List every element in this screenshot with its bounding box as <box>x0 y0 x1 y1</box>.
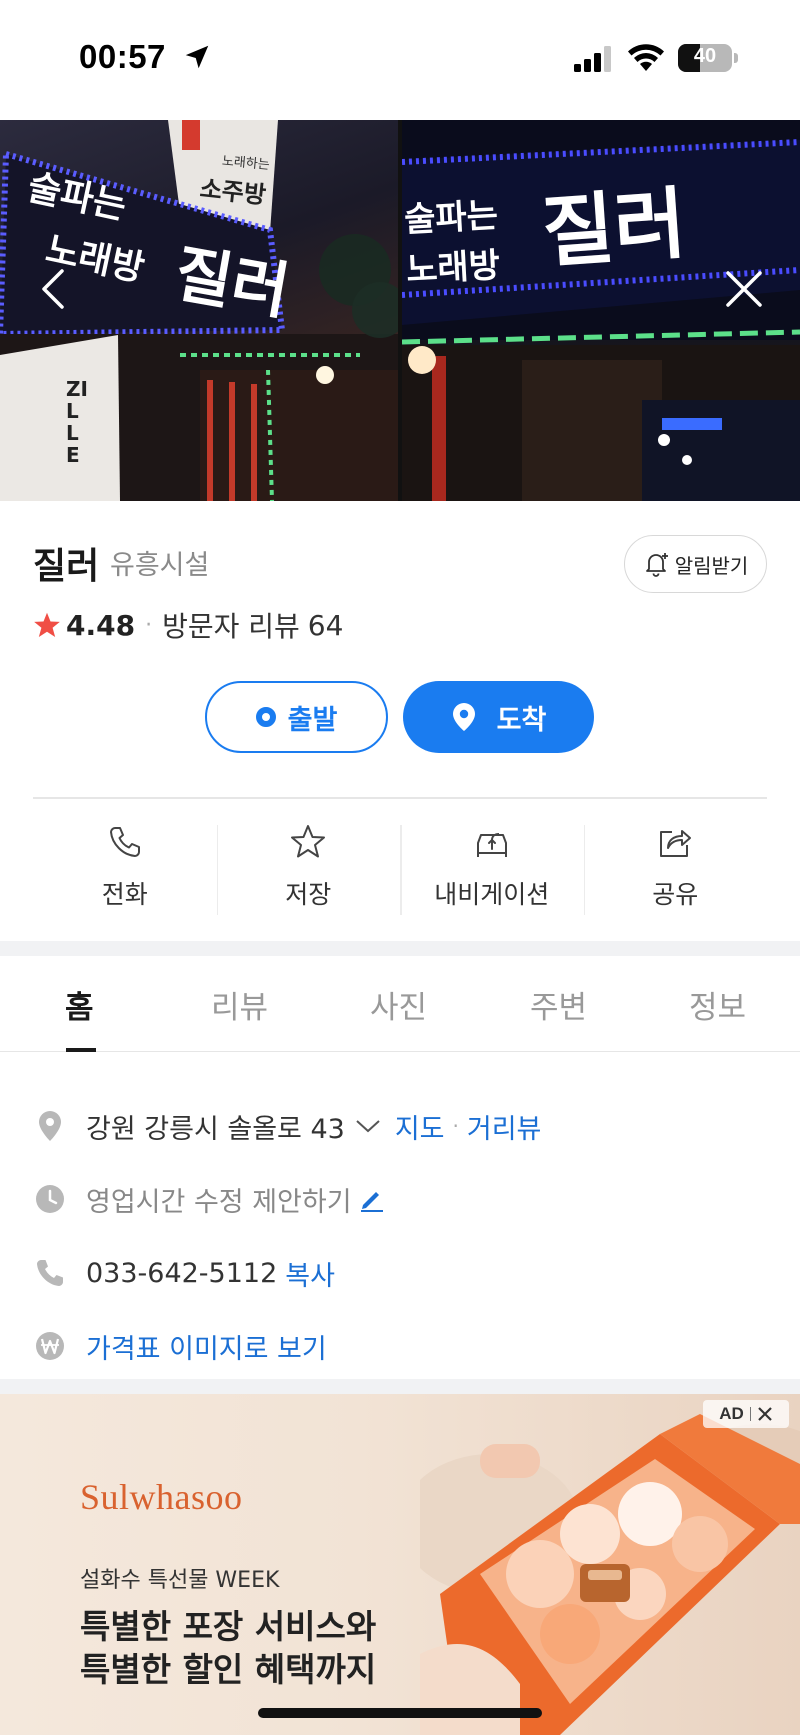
clock-icon <box>36 1185 64 1213</box>
ad-banner[interactable]: AD Sulwhasoo 설화수 특선물 WEEK 특별한 포장 서비스와 특별… <box>0 1394 800 1735</box>
home-indicator[interactable] <box>258 1708 542 1718</box>
price-list-link: 가격표 이미지로 보기 <box>86 1333 327 1365</box>
action-label: 전화 <box>101 880 148 909</box>
place-name: 질러 <box>33 546 100 587</box>
status-bar: 00:57 40 <box>0 0 800 120</box>
place-header: 질러 유흥시설 알림받기 4.48 · 방문자 리뷰 64 출발 도착 전화 저… <box>0 501 800 941</box>
phone-icon <box>109 827 140 857</box>
star-rating-icon <box>34 612 60 638</box>
cellular-signal-icon <box>574 46 611 72</box>
review-count[interactable]: 64 <box>308 609 344 642</box>
route-start-button[interactable]: 출발 <box>205 681 388 753</box>
tab-home[interactable]: 홈 <box>65 982 94 1027</box>
won-icon <box>36 1332 64 1360</box>
photo-1-sign-small: 노래하는 <box>221 153 271 174</box>
pencil-icon <box>360 1192 383 1212</box>
photo-1-sign-room: 소주방 <box>198 174 268 210</box>
status-time: 00:57 <box>79 38 166 75</box>
address-text: 강원 강릉시 솔올로 43 <box>86 1113 345 1145</box>
ad-subtitle: 설화수 특선물 WEEK <box>80 1568 280 1593</box>
battery-percent: 40 <box>693 45 717 67</box>
rating-separator: · <box>145 612 153 638</box>
tab-review[interactable]: 리뷰 <box>211 982 268 1027</box>
ad-label: AD <box>719 1404 744 1423</box>
tab-photos[interactable]: 사진 <box>370 982 427 1027</box>
ad-badge[interactable]: AD <box>703 1400 789 1428</box>
action-bar: 전화 저장 내비게이션 공유 <box>33 823 767 919</box>
price-row[interactable]: 가격표 이미지로 보기 <box>33 1324 327 1368</box>
start-dot-icon <box>255 707 276 727</box>
chevron-down-icon[interactable] <box>355 1118 381 1134</box>
route-end-label: 도착 <box>496 704 547 736</box>
action-share[interactable]: 공유 <box>583 823 768 919</box>
hours-row[interactable]: 영업시간 수정 제안하기 <box>33 1177 386 1221</box>
star-icon <box>291 825 326 858</box>
wifi-icon <box>628 44 664 71</box>
rating-row: 4.48 · 방문자 리뷰 64 <box>33 605 343 645</box>
section-divider <box>0 941 800 956</box>
divider <box>33 797 767 799</box>
navigation-car-icon <box>476 833 507 857</box>
info-section: 강원 강릉시 솔올로 43 지도 · 거리뷰 영업시간 수정 제안하기 033-… <box>0 1052 800 1379</box>
ad-headline-1: 특별한 포장 서비스와 <box>80 1607 377 1646</box>
copy-link[interactable]: 복사 <box>285 1254 335 1293</box>
action-save[interactable]: 저장 <box>216 823 401 919</box>
route-start-label: 출발 <box>287 704 338 736</box>
action-label: 저장 <box>285 880 332 909</box>
map-link[interactable]: 지도 <box>395 1107 445 1146</box>
bell-plus-icon <box>645 553 668 577</box>
ad-badge-divider <box>749 1407 751 1421</box>
phone-number[interactable]: 033-642-5112 <box>86 1258 277 1289</box>
alarm-label: 알림받기 <box>674 553 749 578</box>
tab-info[interactable]: 정보 <box>689 982 746 1027</box>
street-view-link[interactable]: 거리뷰 <box>467 1107 542 1146</box>
battery-tip <box>734 53 738 63</box>
photo-gallery[interactable]: 노래하는 소주방 술파는 노래방 질러 ZILLE 술파는 노래방 질러 <box>0 120 800 501</box>
route-end-button[interactable]: 도착 <box>403 681 594 753</box>
photo-2-sign-brand: 질러 <box>539 178 689 279</box>
rating-value: 4.48 <box>66 608 136 642</box>
location-pin-icon <box>39 1111 61 1141</box>
close-icon[interactable] <box>720 265 768 313</box>
chevron-left-icon[interactable] <box>30 265 78 313</box>
phone-row: 033-642-5112 복사 <box>33 1251 335 1295</box>
photo-2-sign-line1: 술파는 <box>403 195 500 241</box>
ad-close-icon[interactable] <box>757 1406 773 1422</box>
link-separator: · <box>452 1114 459 1138</box>
action-navigation[interactable]: 내비게이션 <box>400 823 584 919</box>
map-pin-icon <box>452 703 475 731</box>
ad-gift-box-image <box>420 1414 800 1735</box>
tab-bar: 홈 리뷰 사진 주변 정보 <box>0 956 800 1052</box>
review-label[interactable]: 방문자 리뷰 <box>162 605 300 645</box>
phone-icon <box>37 1260 63 1286</box>
action-label: 공유 <box>652 880 699 909</box>
place-category: 유흥시설 <box>110 550 210 581</box>
location-arrow-icon <box>185 45 209 69</box>
photo-1-vertical-text: ZILLE <box>66 377 88 467</box>
ad-brand-logo: Sulwhasoo <box>80 1477 243 1517</box>
share-icon <box>660 830 692 857</box>
address-row: 강원 강릉시 솔올로 43 지도 · 거리뷰 <box>33 1104 541 1148</box>
battery-icon: 40 <box>678 44 732 72</box>
action-call[interactable]: 전화 <box>33 823 217 919</box>
ad-headline-2: 특별한 할인 혜택까지 <box>80 1650 377 1689</box>
photo-1-sign-brand: 질러 <box>169 236 295 329</box>
alarm-button[interactable]: 알림받기 <box>624 535 767 593</box>
hours-suggest-text: 영업시간 수정 제안하기 <box>86 1186 352 1218</box>
tab-nearby[interactable]: 주변 <box>530 982 587 1027</box>
photo-2-sign-line2: 노래방 <box>405 245 502 291</box>
action-label: 내비게이션 <box>434 880 550 909</box>
section-divider <box>0 1379 800 1394</box>
